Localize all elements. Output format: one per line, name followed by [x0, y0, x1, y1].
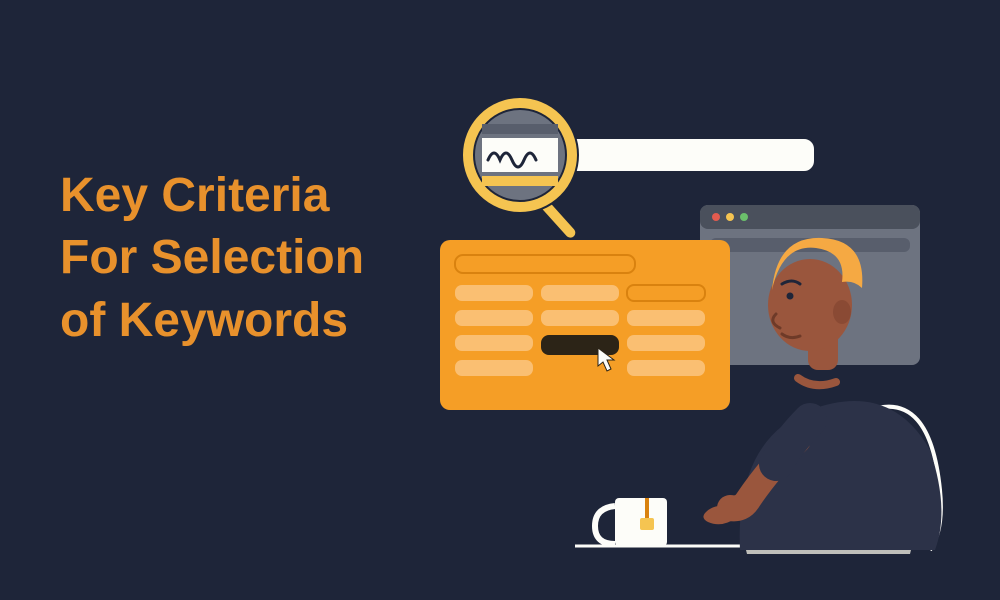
mug-icon: [595, 498, 667, 546]
page-title: Key Criteria For Selection of Keywords: [60, 165, 420, 352]
results-panel-icon: [440, 240, 730, 410]
hero-illustration: [410, 60, 970, 580]
magnifying-glass-icon: [462, 97, 579, 241]
